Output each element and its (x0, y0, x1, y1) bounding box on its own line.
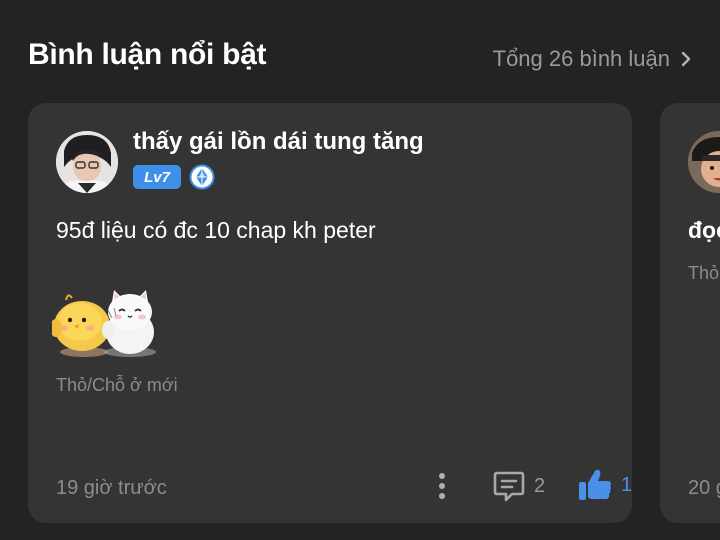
comment-text: 95đ liệu có đc 10 chap kh peter (56, 217, 376, 243)
total-comments-link[interactable]: Tổng 26 bình luận (493, 46, 692, 72)
comment-timestamp: 19 giờ trước (56, 477, 167, 499)
comment-username[interactable]: thấy gái lồn dái tung tăng (133, 128, 424, 156)
reply-count: 2 (534, 474, 546, 497)
section-header: Bình luận nổi bật Tổng 26 bình luận (28, 36, 720, 80)
comment-card[interactable]: đọc Thỏ 20 g (660, 103, 720, 523)
like-count: 1 (621, 473, 632, 496)
total-comments-label: Tổng 26 bình luận (492, 46, 670, 71)
user-badges: Lv7 (133, 164, 215, 190)
comment-location: Thỏ (688, 263, 720, 283)
comment-text: đọc (688, 217, 720, 243)
comments-page: Bình luận nổi bật Tổng 26 bình luận thấy… (0, 0, 720, 540)
chevron-right-icon (681, 51, 691, 67)
more-vertical-icon[interactable] (431, 471, 453, 501)
chick-and-cat-sticker (52, 290, 156, 357)
like-button[interactable]: 1 (577, 467, 632, 503)
comment-timestamp: 20 g (688, 477, 720, 499)
diamond-rank-icon (189, 164, 215, 190)
comment-footer: 19 giờ trước 2 1 (56, 469, 632, 503)
comment-icon (493, 471, 525, 502)
section-title: Bình luận nổi bật (28, 38, 267, 71)
level-badge: Lv7 (133, 165, 181, 189)
comment-card[interactable]: thấy gái lồn dái tung tăng Lv7 95đ liệu … (28, 103, 632, 523)
avatar[interactable] (688, 131, 720, 193)
thumbs-up-icon (579, 469, 611, 500)
reply-button[interactable]: 2 (492, 469, 545, 503)
avatar[interactable] (56, 131, 118, 193)
comment-location: Thỏ/Chỗ ở mới (56, 375, 178, 395)
